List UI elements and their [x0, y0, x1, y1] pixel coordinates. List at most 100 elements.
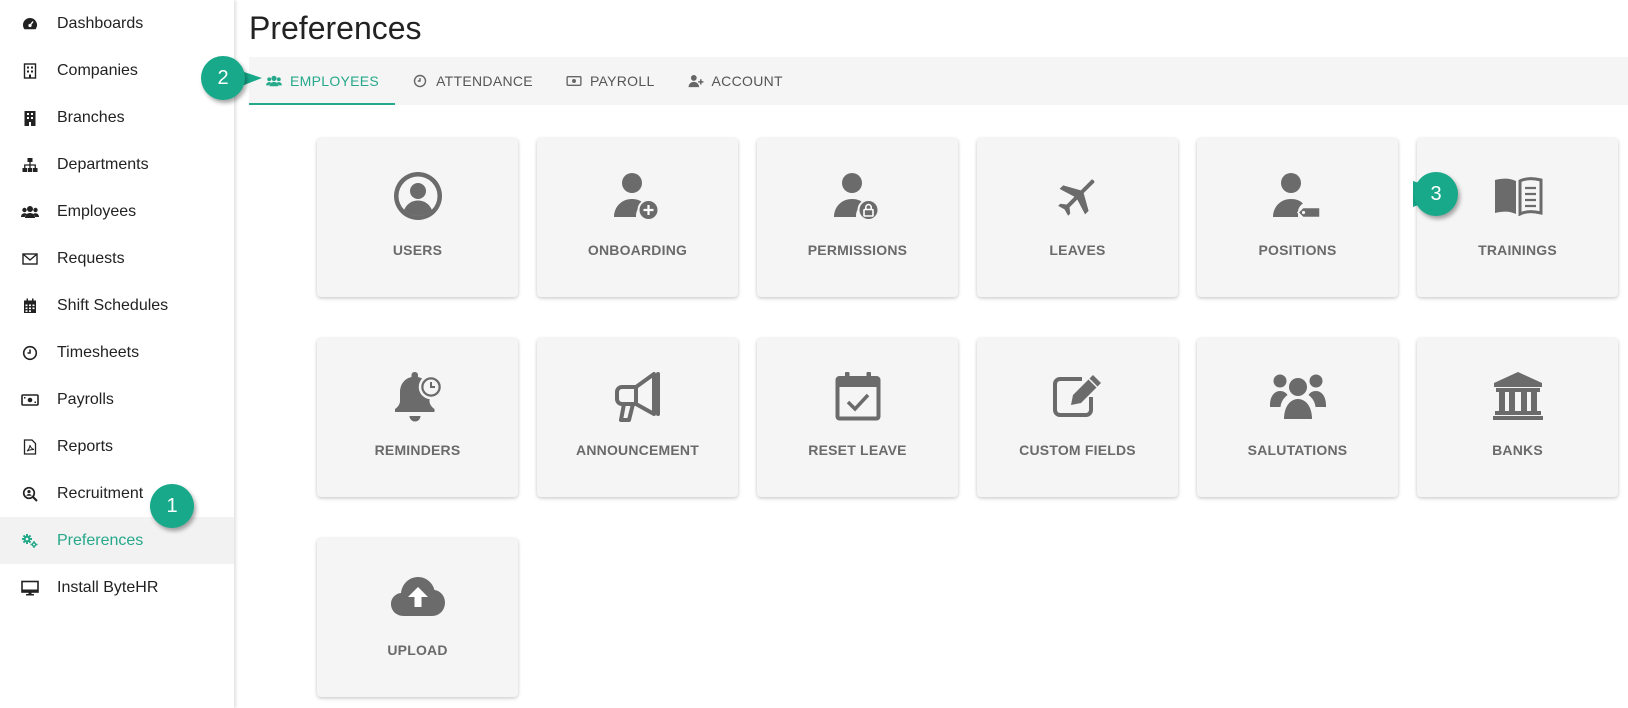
- sidebar-item-label: Recruitment: [57, 484, 144, 502]
- sidebar-item-preferences[interactable]: Preferences: [0, 517, 234, 564]
- tab-payroll[interactable]: PAYROLL: [549, 57, 671, 105]
- callout-3-badge: 3: [1414, 172, 1458, 216]
- card-leaves[interactable]: LEAVES: [977, 138, 1178, 297]
- tab-label: ATTENDANCE: [436, 73, 533, 89]
- sidebar-item-label: Employees: [57, 202, 137, 220]
- card-label: UPLOAD: [387, 642, 448, 658]
- sitemap-icon: [21, 156, 39, 174]
- tab-bar: EMPLOYEES ATTENDANCE PAYROLL ACCOUNT: [249, 57, 1628, 105]
- calendar-check-icon: [826, 368, 890, 424]
- card-users[interactable]: USERS: [317, 138, 518, 297]
- card-reset-leave[interactable]: RESET LEAVE: [757, 338, 958, 497]
- money-bill-icon: [566, 73, 582, 89]
- sidebar-item-shift-schedules[interactable]: Shift Schedules: [0, 282, 234, 329]
- card-reminders[interactable]: REMINDERS: [317, 338, 518, 497]
- card-label: ONBOARDING: [587, 242, 688, 258]
- user-circle-icon: [386, 168, 450, 224]
- card-label: RESET LEAVE: [808, 442, 907, 458]
- sidebar-item-label: Branches: [57, 108, 125, 126]
- users-group-icon: [1266, 368, 1330, 424]
- sidebar-item-label: Install ByteHR: [57, 578, 159, 596]
- sidebar: Dashboards Companies Branches Department…: [0, 0, 234, 708]
- calendar-icon: [21, 297, 39, 315]
- sidebar-item-requests[interactable]: Requests: [0, 235, 234, 282]
- file-pdf-icon: [21, 438, 39, 456]
- sidebar-item-label: Preferences: [57, 531, 144, 549]
- megaphone-icon: [606, 368, 670, 424]
- sidebar-item-companies[interactable]: Companies: [0, 47, 234, 94]
- card-upload[interactable]: UPLOAD: [317, 538, 518, 697]
- card-positions[interactable]: POSITIONS: [1197, 138, 1398, 297]
- tab-employees[interactable]: EMPLOYEES: [249, 57, 396, 105]
- card-salutations[interactable]: SALUTATIONS: [1197, 338, 1398, 497]
- sidebar-item-label: Timesheets: [57, 343, 140, 361]
- card-label: SALUTATIONS: [1247, 442, 1348, 458]
- tab-attendance[interactable]: ATTENDANCE: [395, 57, 549, 105]
- book-open-icon: [1486, 168, 1550, 224]
- card-trainings[interactable]: TRAININGS: [1417, 138, 1618, 297]
- sidebar-item-install-bytehr[interactable]: Install ByteHR: [0, 564, 234, 611]
- card-label: POSITIONS: [1258, 242, 1337, 258]
- card-label: TRAININGS: [1478, 242, 1557, 258]
- tab-account[interactable]: ACCOUNT: [671, 57, 799, 105]
- sidebar-item-dashboards[interactable]: Dashboards: [0, 0, 234, 47]
- clock-icon: [21, 344, 39, 362]
- cloud-upload-icon: [386, 568, 450, 624]
- dashboard-gauge-icon: [21, 15, 39, 33]
- users-icon: [21, 203, 39, 221]
- office-building-icon: [21, 109, 39, 127]
- sidebar-item-label: Reports: [57, 437, 114, 455]
- card-label: CUSTOM FIELDS: [1019, 442, 1136, 458]
- card-permissions[interactable]: PERMISSIONS: [757, 138, 958, 297]
- building-icon: [21, 62, 39, 80]
- sidebar-item-label: Departments: [57, 155, 149, 173]
- tab-label: PAYROLL: [589, 73, 655, 89]
- page-title: Preferences: [249, 10, 422, 46]
- card-label: USERS: [392, 242, 443, 258]
- sidebar-item-timesheets[interactable]: Timesheets: [0, 329, 234, 376]
- money-bill-icon: [21, 391, 39, 409]
- envelope-icon: [21, 250, 39, 268]
- sidebar-item-recruitment[interactable]: Recruitment: [0, 470, 234, 517]
- callout-2-badge: 2: [201, 56, 245, 100]
- tab-label: ACCOUNT: [711, 73, 783, 89]
- sidebar-item-label: Shift Schedules: [57, 296, 169, 314]
- search-user-icon: [21, 485, 39, 503]
- bell-clock-icon: [386, 368, 450, 424]
- callout-number: 3: [1430, 182, 1442, 205]
- preferences-card-grid: USERS ONBOARDING PERMISSIONS LEAVES POSI…: [317, 138, 1618, 697]
- sidebar-item-payrolls[interactable]: Payrolls: [0, 376, 234, 423]
- users-icon: [266, 73, 282, 89]
- callout-1-badge: 1: [150, 484, 194, 528]
- plane-icon: [1046, 168, 1110, 224]
- bank-icon: [1486, 368, 1550, 424]
- card-label: PERMISSIONS: [807, 242, 908, 258]
- card-onboarding[interactable]: ONBOARDING: [537, 138, 738, 297]
- card-banks[interactable]: BANKS: [1417, 338, 1618, 497]
- user-plus-icon: [688, 73, 704, 89]
- main-content: Preferences EMPLOYEES ATTENDANCE PAYROLL…: [234, 0, 1628, 708]
- callout-number: 1: [166, 494, 178, 517]
- sidebar-item-label: Requests: [57, 249, 125, 267]
- sidebar-item-branches[interactable]: Branches: [0, 94, 234, 141]
- sidebar-item-departments[interactable]: Departments: [0, 141, 234, 188]
- card-label: BANKS: [1492, 442, 1543, 458]
- desktop-icon: [21, 579, 39, 597]
- card-announcement[interactable]: ANNOUNCEMENT: [537, 338, 738, 497]
- sidebar-item-reports[interactable]: Reports: [0, 423, 234, 470]
- card-label: REMINDERS: [374, 442, 461, 458]
- user-add-icon: [606, 168, 670, 224]
- card-custom-fields[interactable]: CUSTOM FIELDS: [977, 338, 1178, 497]
- clock-icon: [412, 73, 428, 89]
- card-label: LEAVES: [1049, 242, 1106, 258]
- sidebar-item-label: Companies: [57, 61, 138, 79]
- edit-icon: [1046, 368, 1110, 424]
- sidebar-item-label: Payrolls: [57, 390, 114, 408]
- sidebar-item-label: Dashboards: [57, 14, 144, 32]
- sidebar-item-employees[interactable]: Employees: [0, 188, 234, 235]
- user-lock-icon: [826, 168, 890, 224]
- user-tag-icon: [1266, 168, 1330, 224]
- callout-number: 2: [217, 66, 229, 89]
- gears-icon: [21, 532, 39, 550]
- card-label: ANNOUNCEMENT: [576, 442, 699, 458]
